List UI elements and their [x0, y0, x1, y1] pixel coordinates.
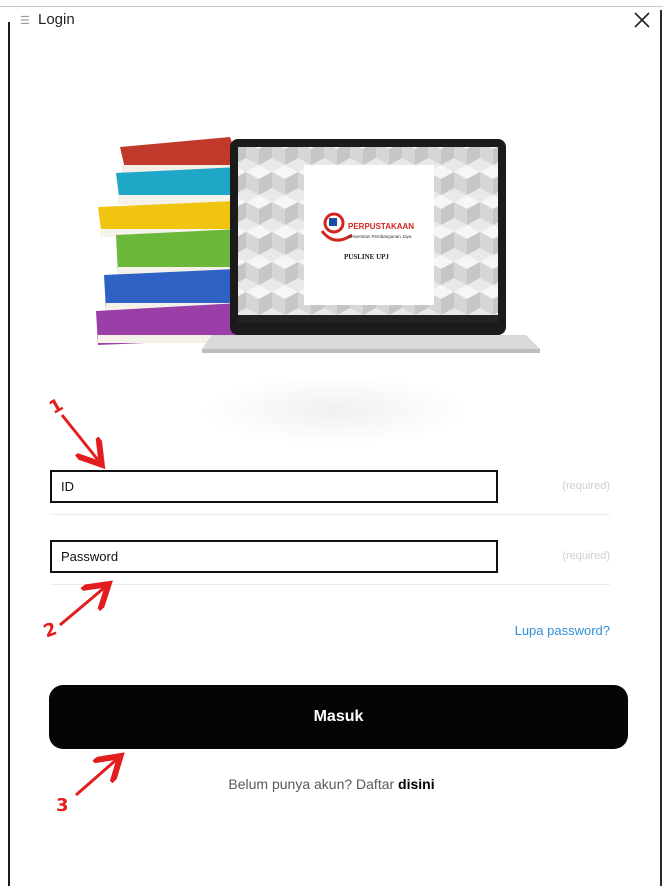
annotation-2: 2 [40, 618, 60, 643]
password-input-value: Password [61, 549, 119, 564]
login-button[interactable]: Masuk [49, 685, 628, 749]
login-button-label: Masuk [313, 708, 364, 725]
annotation-1: 1 [45, 394, 67, 419]
brand-sub: Universitas Pembangunan Jaya [348, 234, 412, 239]
close-icon [634, 12, 650, 28]
signup-link[interactable]: disini [398, 776, 435, 792]
password-input[interactable]: Password [50, 540, 498, 573]
close-button[interactable] [630, 8, 654, 32]
title-bar: ☰ Login [12, 8, 660, 34]
arrow-2 [59, 588, 104, 627]
window-title: Login [38, 11, 75, 28]
laptop: PERPUSTAKAAN Universitas Pembangunan Jay… [202, 139, 540, 353]
arrow-1 [60, 414, 98, 460]
illustration-shadow [200, 375, 470, 445]
app-name: PUSLINE UPJ [344, 253, 389, 261]
window-left-border [8, 22, 10, 886]
id-input-value: ID [61, 479, 74, 494]
books-stack [96, 137, 244, 345]
window-right-border [660, 10, 662, 886]
library-illustration: PERPUSTAKAAN Universitas Pembangunan Jay… [96, 137, 540, 353]
window-top-border [0, 6, 663, 7]
forgot-password-link[interactable]: Lupa password? [515, 623, 610, 638]
signup-text: Belum punya akun? Daftar [228, 776, 395, 792]
id-input[interactable]: ID [50, 470, 498, 503]
brand-name: PERPUSTAKAAN [348, 222, 414, 231]
id-required-hint: (required) [562, 480, 610, 492]
signup-prompt: Belum punya akun? Daftar disini [0, 776, 663, 792]
annotation-3: 3 [56, 795, 69, 816]
password-required-hint: (required) [562, 550, 610, 562]
password-underline [50, 584, 610, 585]
menu-icon: ☰ [20, 15, 30, 27]
id-underline [50, 514, 610, 515]
